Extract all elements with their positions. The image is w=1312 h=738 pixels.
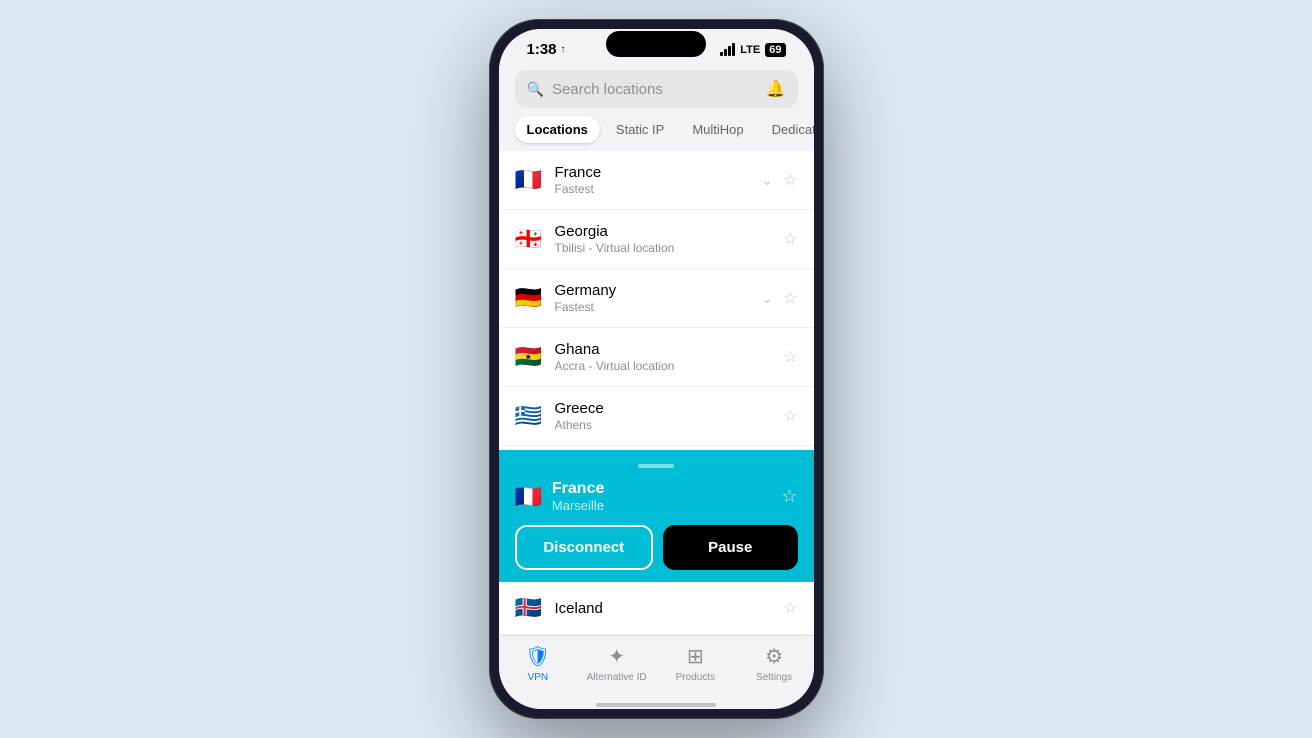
connected-flag: 🇫🇷	[515, 484, 542, 510]
georgia-info: Georgia Tbilisi - Virtual location	[555, 223, 772, 255]
nav-item-alternative-id[interactable]: ✦ Alternative ID	[577, 644, 656, 683]
favorite-star-icon[interactable]: ☆	[783, 170, 797, 190]
favorite-star-icon[interactable]: ☆	[783, 347, 797, 367]
ghana-actions: ☆	[783, 347, 797, 367]
shield-icon: 🛡	[525, 644, 550, 669]
nav-products-label: Products	[676, 672, 715, 683]
france-flag: 🇫🇷	[515, 167, 543, 193]
france-info: France Fastest	[555, 164, 750, 196]
nav-item-products[interactable]: ⊞ Products	[656, 644, 735, 683]
iceland-actions: ☆	[783, 598, 797, 618]
status-time: 1:38 ↑	[527, 41, 566, 58]
favorite-star-icon[interactable]: ☆	[783, 229, 797, 249]
grid-icon: ⊞	[687, 644, 704, 669]
ghana-info: Ghana Accra - Virtual location	[555, 341, 772, 373]
favorite-star-icon[interactable]: ☆	[783, 288, 797, 308]
bottom-nav: 🛡 VPN ✦ Alternative ID ⊞ Products ⚙ Sett…	[499, 635, 814, 699]
signal-icon	[720, 43, 735, 56]
germany-actions: ⌄ ☆	[761, 288, 797, 308]
drag-handle	[638, 464, 674, 468]
iceland-flag: 🇮🇸	[515, 595, 543, 621]
search-input[interactable]: Search locations	[552, 81, 758, 98]
list-item[interactable]: 🇬🇪 Georgia Tbilisi - Virtual location ☆	[499, 210, 814, 269]
georgia-name: Georgia	[555, 223, 772, 240]
home-indicator	[596, 703, 716, 707]
france-name: France	[555, 164, 750, 181]
greece-name: Greece	[555, 400, 772, 417]
list-item[interactable]: 🇬🇭 Ghana Accra - Virtual location ☆	[499, 328, 814, 387]
panel-header: 🇫🇷 France Marseille ☆	[515, 480, 798, 513]
chevron-down-icon[interactable]: ⌄	[761, 290, 773, 307]
list-item[interactable]: 🇬🇷 Greece Athens ☆	[499, 387, 814, 446]
iceland-info: Iceland	[555, 600, 772, 617]
greece-actions: ☆	[783, 406, 797, 426]
iceland-name: Iceland	[555, 600, 772, 617]
nav-item-vpn[interactable]: 🛡 VPN	[499, 644, 578, 683]
location-arrow-icon: ↑	[561, 44, 566, 55]
germany-name: Germany	[555, 282, 750, 299]
bell-icon[interactable]: 🔔	[766, 79, 786, 99]
georgia-flag: 🇬🇪	[515, 226, 543, 252]
phone-frame: 1:38 ↑ LTE 69 🔍 Search lo	[489, 19, 824, 719]
connected-panel: 🇫🇷 France Marseille ☆ Disconnect Pause	[499, 450, 814, 582]
gear-icon: ⚙	[765, 644, 783, 669]
ghana-name: Ghana	[555, 341, 772, 358]
france-sub: Fastest	[555, 182, 750, 196]
greece-sub: Athens	[555, 418, 772, 432]
germany-sub: Fastest	[555, 300, 750, 314]
panel-favorite-star-icon[interactable]: ☆	[781, 486, 797, 507]
france-actions: ⌄ ☆	[761, 170, 797, 190]
tabs-bar: Locations Static IP MultiHop Dedicated I…	[499, 116, 814, 151]
location-list: 🇫🇷 France Fastest ⌄ ☆ 🇬🇪 Georgia	[499, 151, 814, 450]
nav-settings-label: Settings	[756, 672, 792, 683]
dynamic-island	[606, 31, 706, 57]
tab-static-ip[interactable]: Static IP	[604, 116, 676, 143]
panel-info: France Marseille	[552, 480, 771, 513]
search-icon: 🔍	[527, 81, 544, 98]
tab-locations[interactable]: Locations	[515, 116, 600, 143]
search-input-wrapper[interactable]: 🔍 Search locations 🔔	[515, 70, 798, 108]
pause-button[interactable]: Pause	[663, 525, 798, 570]
favorite-star-icon[interactable]: ☆	[783, 598, 797, 618]
status-icons: LTE 69	[720, 43, 785, 57]
germany-flag: 🇩🇪	[515, 285, 543, 311]
list-item[interactable]: 🇩🇪 Germany Fastest ⌄ ☆	[499, 269, 814, 328]
battery-badge: 69	[765, 43, 785, 57]
chevron-down-icon[interactable]: ⌄	[761, 172, 773, 189]
time-display: 1:38	[527, 41, 557, 58]
panel-buttons: Disconnect Pause	[515, 525, 798, 570]
list-item[interactable]: 🇮🇸 Iceland ☆	[499, 582, 814, 635]
connected-country: France	[552, 480, 771, 498]
tab-dedicated-ip[interactable]: Dedicated IP	[760, 116, 814, 143]
ghana-sub: Accra - Virtual location	[555, 359, 772, 373]
greece-flag: 🇬🇷	[515, 403, 543, 429]
georgia-sub: Tbilisi - Virtual location	[555, 241, 772, 255]
lte-badge: LTE	[740, 44, 760, 56]
phone-screen: 1:38 ↑ LTE 69 🔍 Search lo	[499, 29, 814, 709]
disconnect-button[interactable]: Disconnect	[515, 525, 654, 570]
georgia-actions: ☆	[783, 229, 797, 249]
ghana-flag: 🇬🇭	[515, 344, 543, 370]
nav-item-settings[interactable]: ⚙ Settings	[735, 644, 814, 683]
greece-info: Greece Athens	[555, 400, 772, 432]
search-bar: 🔍 Search locations 🔔	[499, 62, 814, 116]
connected-city: Marseille	[552, 498, 771, 513]
list-item[interactable]: 🇫🇷 France Fastest ⌄ ☆	[499, 151, 814, 210]
app-content: 🔍 Search locations 🔔 Locations Static IP…	[499, 62, 814, 635]
tab-multihop[interactable]: MultiHop	[680, 116, 755, 143]
nav-vpn-label: VPN	[528, 672, 549, 683]
sparkle-icon: ✦	[608, 644, 625, 669]
favorite-star-icon[interactable]: ☆	[783, 406, 797, 426]
germany-info: Germany Fastest	[555, 282, 750, 314]
nav-alt-id-label: Alternative ID	[587, 672, 647, 683]
